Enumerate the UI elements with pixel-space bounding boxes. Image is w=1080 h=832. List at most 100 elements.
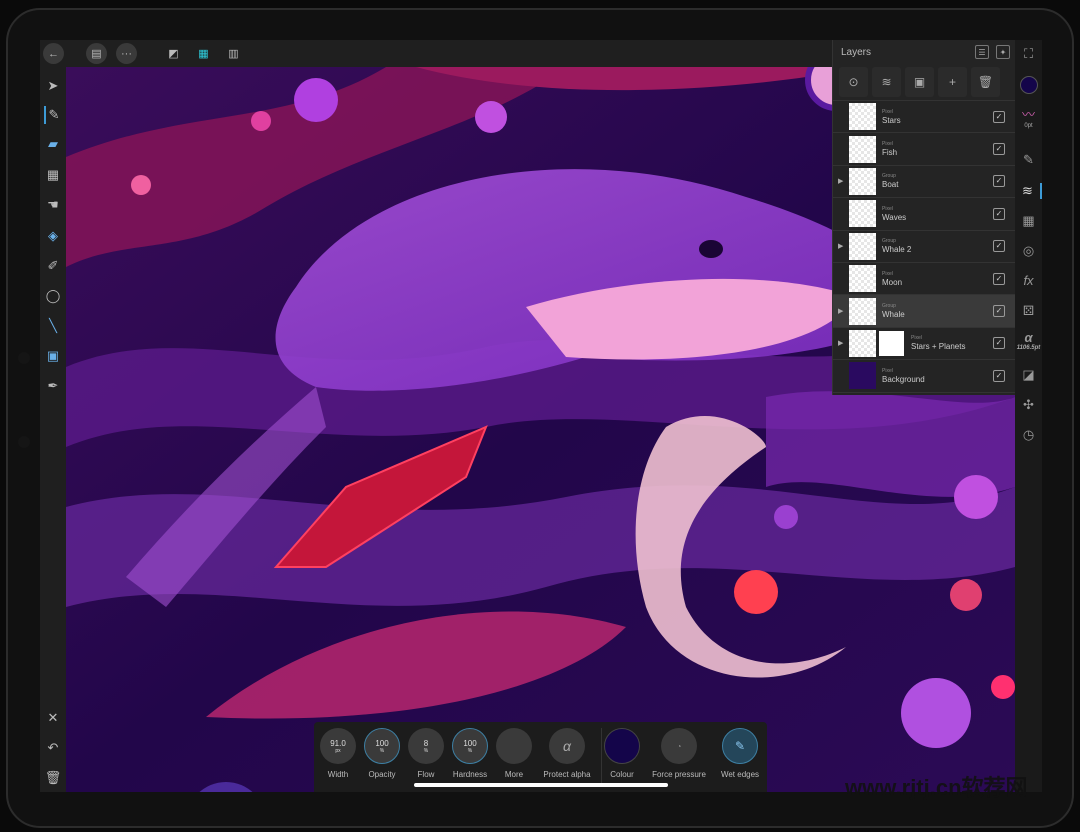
- layer-thumbnail: [849, 167, 876, 195]
- close-icon[interactable]: ✕: [44, 709, 62, 727]
- more-icon[interactable]: ···: [116, 43, 137, 64]
- visibility-checkbox[interactable]: ✓: [993, 337, 1005, 350]
- opacity-unit: %: [379, 747, 385, 754]
- layer-options-button[interactable]: ⊙: [839, 67, 868, 97]
- colour-studio-button[interactable]: [1015, 76, 1042, 94]
- layer-row[interactable]: ▶ Pixel Stars + Planets ✓: [833, 328, 1015, 361]
- flow-value: 8: [423, 738, 429, 748]
- brush-context-toolbar: 91.0 px Width 100% Opacity 8% Flow 100% Hardn…: [314, 722, 767, 792]
- pixel-grid-icon[interactable]: ▦: [44, 166, 62, 184]
- colour-swatch: [1019, 76, 1038, 94]
- trash-icon[interactable]: 🗑: [44, 769, 62, 787]
- layer-row[interactable]: ▶ Group Whale ✓: [833, 295, 1015, 328]
- force-pressure-label: Force pressure: [652, 770, 706, 779]
- layers-icon[interactable]: ≋: [1015, 183, 1042, 199]
- layer-row[interactable]: Pixel Waves ✓: [833, 198, 1015, 231]
- layer-type: Group: [882, 303, 896, 310]
- layer-name: Stars + Planets: [911, 342, 966, 352]
- brush-stroke-icon: 〰: [1021, 107, 1035, 122]
- brush-size-label: 0pt: [1024, 123, 1033, 129]
- export-persona-icon[interactable]: ▥: [223, 43, 244, 64]
- pixel-persona-icon[interactable]: ▦: [193, 43, 214, 64]
- delete-layer-button[interactable]: 🗑: [971, 67, 1000, 97]
- layer-type: Group: [882, 173, 896, 180]
- right-studio-bar: ⛶ 〰 0pt ✎ ≋ ▦ ◎ fx ⚄ α 1106.5pt ◪ ✣ ◷: [1015, 40, 1042, 792]
- width-value: 91.0: [330, 738, 346, 748]
- adjustments-icon[interactable]: ◎: [1015, 243, 1042, 259]
- designer-persona-icon[interactable]: ◩: [163, 43, 184, 64]
- colour-button[interactable]: Colour: [592, 728, 652, 779]
- lasso-icon[interactable]: ◯: [44, 287, 62, 305]
- eyedropper-icon[interactable]: ✒: [44, 377, 62, 395]
- layer-row[interactable]: Pixel Stars ✓: [833, 101, 1015, 134]
- transform-icon[interactable]: ◪: [1015, 367, 1042, 383]
- brushes-icon[interactable]: ✎: [1015, 152, 1042, 168]
- line-icon[interactable]: ╲: [44, 317, 62, 335]
- text-studio-button[interactable]: α 1106.5pt: [1015, 330, 1042, 351]
- colour-swatch-circle: [604, 728, 640, 764]
- camera-dot: [18, 352, 30, 364]
- fullscreen-icon[interactable]: ⛶: [1015, 46, 1042, 62]
- layers-panel: Layers ☰ ✦ ⊙ ≋ ▣ + 🗑 Pixel Stars ✓ Pixel Fis…: [832, 40, 1015, 395]
- layer-name: Background: [882, 374, 925, 384]
- visibility-checkbox[interactable]: ✓: [993, 175, 1005, 188]
- layer-stack-button[interactable]: ≋: [872, 67, 901, 97]
- stock-icon[interactable]: ⚄: [1015, 303, 1042, 319]
- more-button[interactable]: More: [484, 728, 544, 779]
- expand-arrow-icon[interactable]: ▶: [838, 307, 843, 315]
- layer-row[interactable]: ▶ Group Whale 2 ✓: [833, 231, 1015, 263]
- smudge-icon[interactable]: ☚: [44, 196, 62, 214]
- swatches-grid-icon[interactable]: ▦: [1015, 213, 1042, 229]
- protect-alpha-toggle[interactable]: α Protect alpha: [537, 728, 597, 779]
- layer-row[interactable]: Pixel Background ✓: [833, 360, 1015, 393]
- visibility-checkbox[interactable]: ✓: [993, 110, 1005, 123]
- move-tool-icon[interactable]: ➤: [44, 77, 62, 95]
- history-icon[interactable]: ◷: [1015, 427, 1042, 443]
- layer-type: Group: [882, 238, 896, 245]
- layer-name: Fish: [882, 148, 898, 158]
- visibility-checkbox[interactable]: ✓: [993, 272, 1005, 285]
- expand-arrow-icon[interactable]: ▶: [838, 242, 843, 250]
- home-indicator[interactable]: [414, 783, 668, 787]
- visibility-checkbox[interactable]: ✓: [993, 143, 1005, 156]
- document-icon[interactable]: ▤: [86, 43, 107, 64]
- layer-row[interactable]: Pixel Fish ✓: [833, 133, 1015, 166]
- brush-studio-button[interactable]: 〰 0pt: [1015, 104, 1042, 129]
- pin-icon[interactable]: ✦: [996, 45, 1010, 59]
- sensor-dot: [18, 436, 30, 448]
- fx-icon[interactable]: fx: [1015, 273, 1042, 288]
- wet-edges-label: Wet edges: [720, 770, 760, 779]
- visibility-checkbox[interactable]: ✓: [993, 305, 1005, 318]
- layer-thumbnail: [849, 200, 876, 228]
- back-icon[interactable]: ←: [43, 43, 64, 64]
- expand-arrow-icon[interactable]: ▶: [838, 177, 843, 185]
- mask-button[interactable]: ▣: [905, 67, 934, 97]
- visibility-checkbox[interactable]: ✓: [993, 369, 1005, 382]
- protect-alpha-label: Protect alpha: [543, 770, 591, 779]
- hardness-unit: %: [467, 747, 473, 754]
- navigator-icon[interactable]: ✣: [1015, 397, 1042, 413]
- alpha-icon: α: [549, 728, 585, 764]
- force-pressure-toggle[interactable]: ◔ Force pressure: [649, 728, 709, 779]
- visibility-checkbox[interactable]: ✓: [993, 240, 1005, 253]
- layer-name: Moon: [882, 277, 903, 287]
- selection-brush-icon[interactable]: ▣: [44, 347, 62, 365]
- layer-list: Pixel Stars ✓ Pixel Fish ✓ ▶ Group Boat ✓ Pixel Wav…: [833, 101, 1015, 393]
- visibility-checkbox[interactable]: ✓: [993, 207, 1005, 220]
- layer-type: Pixel: [882, 367, 893, 374]
- add-layer-button[interactable]: +: [938, 67, 967, 97]
- paint-brush-icon[interactable]: ✎: [44, 106, 62, 124]
- expand-arrow-icon[interactable]: ▶: [838, 339, 843, 347]
- layer-thumbnail: [849, 297, 876, 325]
- wet-edges-toggle[interactable]: ✎ Wet edges: [710, 728, 770, 779]
- layer-row[interactable]: ▶ Group Boat ✓: [833, 166, 1015, 199]
- layer-row[interactable]: Pixel Moon ✓: [833, 263, 1015, 296]
- app-screen: ← ▤ ··· ◩ ▦ ▥ ➤ ✎ ▰ ▦ ☚ ◈ ✐ ◯ ╲ ▣ ✒ ✕ ↶ …: [40, 40, 1042, 792]
- layer-thumbnail: [849, 329, 876, 357]
- panel-menu-icon[interactable]: ☰: [975, 45, 989, 59]
- layer-type: Pixel: [882, 270, 893, 277]
- undo-icon[interactable]: ↶: [44, 739, 62, 757]
- brush-picker-icon[interactable]: ✐: [44, 257, 62, 275]
- fill-bucket-icon[interactable]: ◈: [44, 227, 62, 245]
- eraser-icon[interactable]: ▰: [44, 135, 62, 153]
